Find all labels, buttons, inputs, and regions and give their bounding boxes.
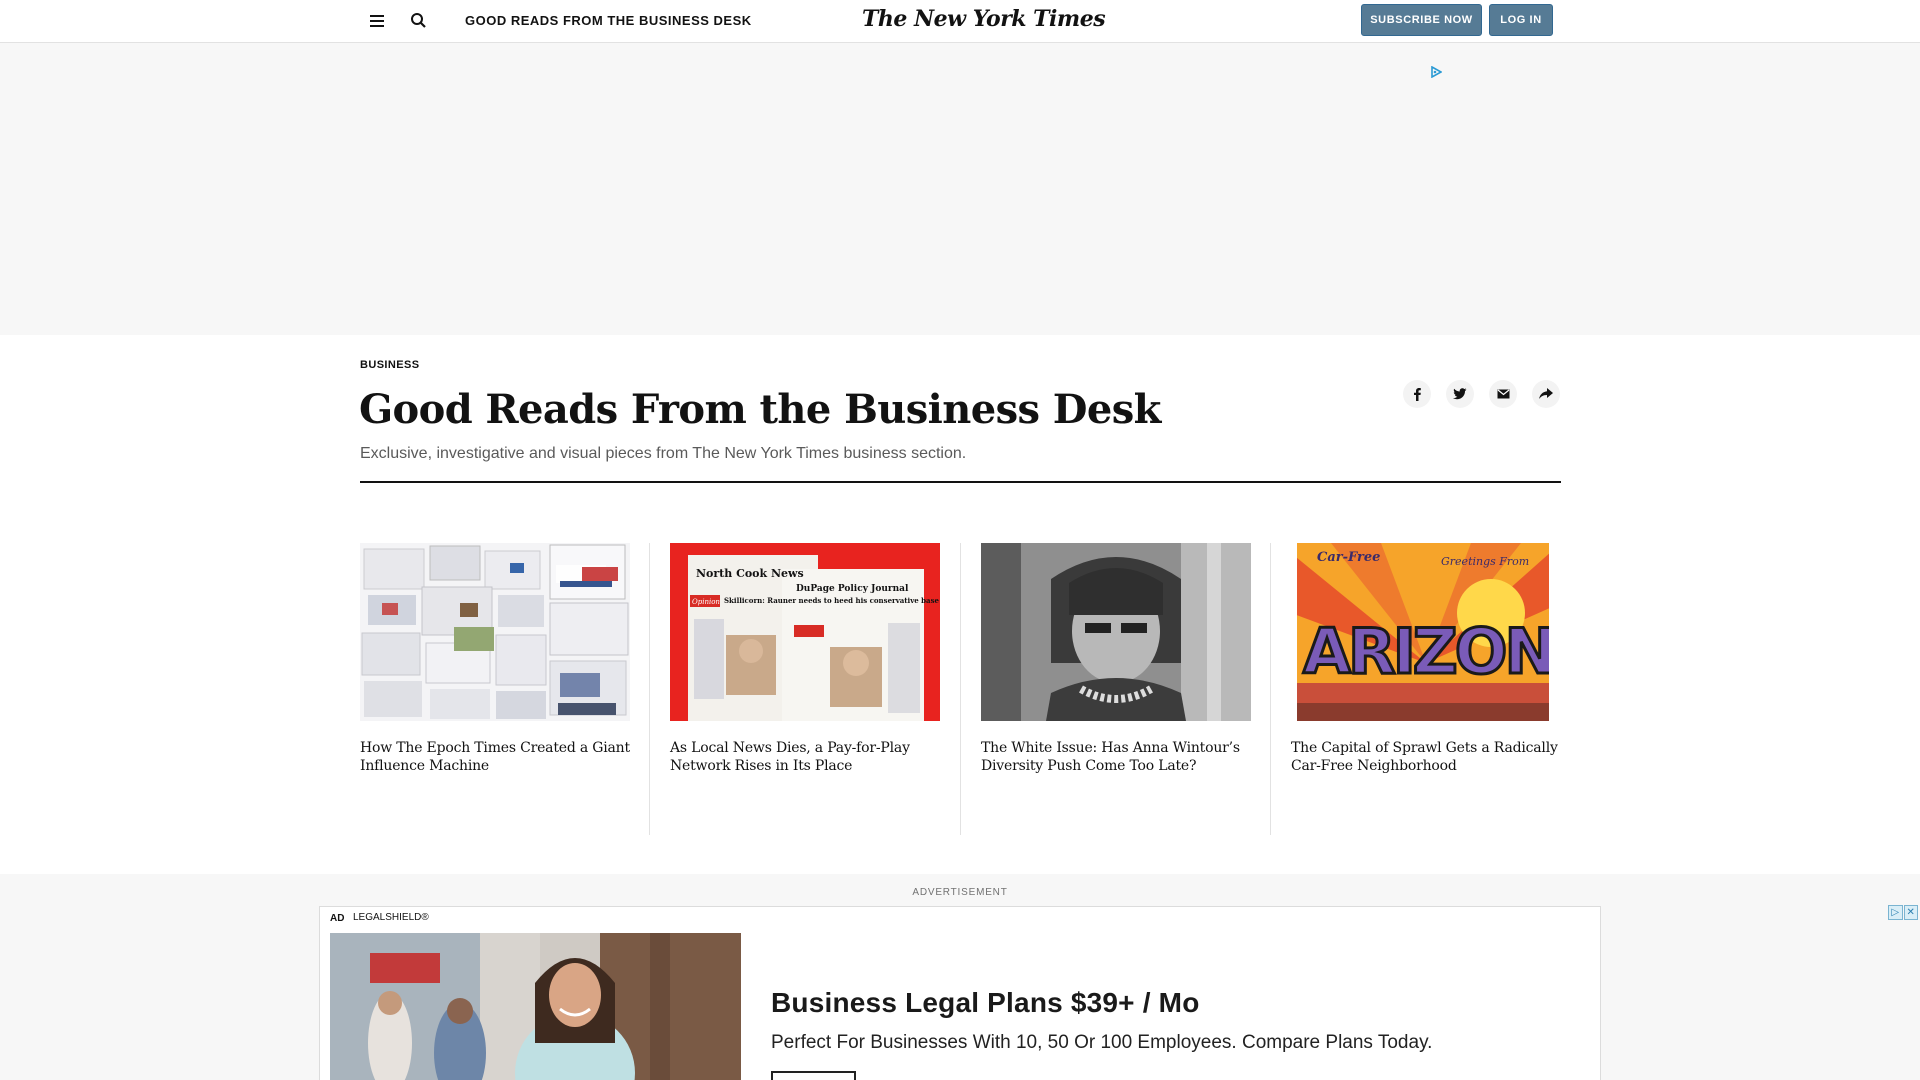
ad-sponsor[interactable]: LEGALSHIELD® (353, 912, 429, 923)
thumb-postcard-caption: Car-Free (1317, 550, 1380, 565)
story-headline[interactable]: The White Issue: Has Anna Wintour’s Dive… (981, 739, 1251, 775)
search-icon[interactable] (408, 10, 430, 32)
story-card[interactable]: The White Issue: Has Anna Wintour’s Dive… (981, 543, 1251, 775)
story-headline[interactable]: The Capital of Sprawl Gets a Radically C… (1291, 739, 1561, 775)
facebook-share-button[interactable] (1403, 380, 1431, 408)
story-headline[interactable]: As Local News Dies, a Pay-for-Play Netwo… (670, 739, 940, 775)
story-card[interactable]: How The Epoch Times Created a Giant Infl… (360, 543, 630, 775)
advertisement-label: ADVERTISEMENT (912, 887, 1008, 898)
ad-subtext: Perfect For Businesses With 10, 50 Or 10… (771, 1032, 1433, 1053)
card-divider (1270, 543, 1271, 835)
share-arrow-icon (1539, 388, 1553, 399)
email-icon (1497, 389, 1509, 399)
page-summary: Exclusive, investigative and visual piec… (360, 445, 967, 462)
email-share-button[interactable] (1489, 380, 1517, 408)
top-nav-bar: GOOD READS FROM THE BUSINESS DESK The Ne… (0, 0, 1920, 43)
subscribe-button[interactable]: SUBSCRIBE NOW (1361, 4, 1482, 36)
facebook-icon (1414, 388, 1421, 401)
ad-cta-button[interactable] (771, 1071, 856, 1080)
top-ad-slot (0, 43, 1920, 335)
login-button[interactable]: LOG IN (1489, 4, 1553, 36)
section-kicker[interactable]: BUSINESS (360, 359, 419, 371)
page-title: Good Reads From the Business Desk (359, 386, 1161, 433)
thumb-headline: Skillicorn: Rauner needs to heed his con… (724, 596, 940, 605)
story-headline[interactable]: How The Epoch Times Created a Giant Infl… (360, 739, 630, 775)
ad-creative[interactable]: AD LEGALSHIELD® Business Legal Plans $39… (319, 906, 1601, 1080)
ad-photo[interactable] (330, 933, 741, 1080)
adchoices-icon[interactable]: ▷ (1888, 905, 1903, 920)
close-icon[interactable]: ✕ (1903, 905, 1918, 920)
story-card[interactable]: Car-Free Greetings From ARIZONA The Capi… (1291, 543, 1561, 775)
thumb-postcard-word: ARIZONA (1303, 615, 1561, 688)
hamburger-menu-icon[interactable] (366, 10, 388, 32)
adchoices-icon[interactable] (1430, 65, 1443, 79)
card-divider (960, 543, 961, 835)
twitter-share-button[interactable] (1446, 380, 1474, 408)
story-thumbnail-postcard[interactable]: Car-Free Greetings From ARIZONA (1291, 543, 1561, 721)
header-divider (360, 481, 1561, 483)
thumb-postcard-greeting: Greetings From (1441, 555, 1529, 568)
thumb-opinion-tag: Opinion (692, 598, 720, 606)
story-thumbnail-newspapers[interactable]: North Cook News DuPage Policy Journal Op… (670, 543, 940, 721)
bottom-ad-slot: ADVERTISEMENT AD LEGALSHIELD® Business L… (0, 874, 1920, 1080)
story-thumbnail-portrait[interactable] (981, 543, 1251, 721)
ad-tag: AD (330, 913, 345, 924)
nyt-logo[interactable]: The New York Times (862, 6, 1106, 32)
story-card[interactable]: North Cook News DuPage Policy Journal Op… (670, 543, 940, 775)
card-divider (649, 543, 650, 835)
section-title: GOOD READS FROM THE BUSINESS DESK (465, 13, 752, 28)
ad-controls: ▷ ✕ (1888, 905, 1918, 920)
more-share-button[interactable] (1532, 380, 1560, 408)
ad-headline[interactable]: Business Legal Plans $39+ / Mo (771, 987, 1200, 1019)
story-thumbnail-collage[interactable] (360, 543, 630, 721)
thumb-masthead-2: DuPage Policy Journal (796, 584, 909, 594)
twitter-icon (1453, 388, 1467, 400)
thumb-masthead-1: North Cook News (696, 567, 804, 580)
